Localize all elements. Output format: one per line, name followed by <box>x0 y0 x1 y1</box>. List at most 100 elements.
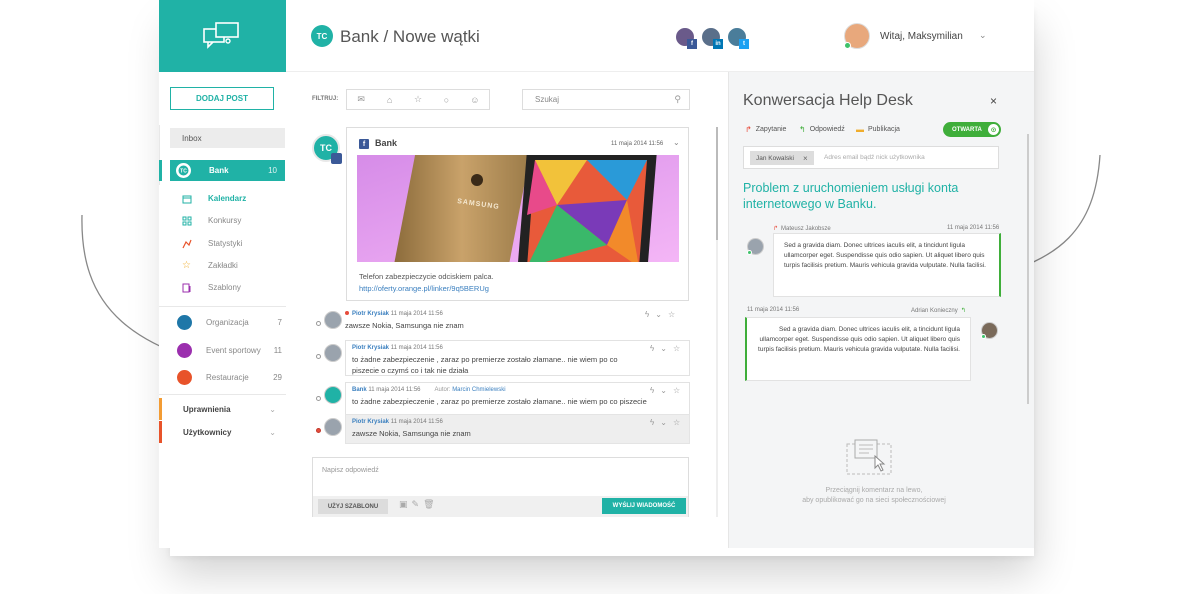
tab-label: Publikacja <box>868 126 900 133</box>
user-greeting[interactable]: Witaj, Maksymilian <box>880 31 963 42</box>
chevron-down-icon: ⌄ <box>269 404 276 414</box>
sidebar-item-label: Szablony <box>208 283 241 292</box>
section-accent <box>159 421 162 443</box>
use-template-button[interactable]: UŻYJ SZABLONU <box>318 499 388 514</box>
image-icon[interactable]: ▣ <box>399 499 412 509</box>
flash-icon[interactable]: ϟ <box>650 386 660 395</box>
comment-row[interactable]: Piotr Krysiak 11 maja 2014 11:56 zawsze … <box>312 307 690 343</box>
comment-author2[interactable]: Marcin Chmielewski <box>452 387 505 393</box>
flash-icon[interactable]: ϟ <box>650 418 660 427</box>
trash-icon[interactable]: 🗑 <box>423 499 438 509</box>
star-icon[interactable]: ☆ <box>668 310 681 319</box>
sidebar-item-count: 7 <box>277 318 282 327</box>
calendar-icon <box>181 193 192 204</box>
sidebar-item-bank[interactable]: TC Bank 10 <box>170 160 285 181</box>
add-post-button[interactable]: DODAJ POST <box>170 87 274 110</box>
message-bubble[interactable]: Sed a gravida diam. Donec ultrices iacul… <box>773 233 1001 297</box>
close-icon[interactable]: × <box>990 94 997 108</box>
message-text: Sed a gravida diam. Donec ultrices iacul… <box>758 326 960 353</box>
chevron-down-icon[interactable]: ⌄ <box>660 386 673 395</box>
comment-box: Piotr Krysiak 11 maja 2014 11:56 to żadn… <box>345 340 690 376</box>
recipient-field[interactable]: Jan Kowalski × Adres email bądź nick użyt… <box>743 146 999 169</box>
pencil-icon[interactable]: ✎ <box>412 499 424 509</box>
user-filter-icon[interactable]: ☺ <box>461 90 489 109</box>
star-icon[interactable]: ☆ <box>673 386 686 395</box>
social-avatar-facebook[interactable]: f <box>674 26 697 49</box>
comment-date: 11 maja 2014 11:56 <box>390 345 443 351</box>
select-radio[interactable] <box>316 354 321 359</box>
section-uzytkownicy[interactable]: Użytkownicy ⌄ <box>159 421 286 443</box>
tab-publikacja[interactable]: ▬ Publikacja <box>856 125 900 134</box>
sidebar-item-organizacja[interactable]: Organizacja 7 <box>177 315 282 330</box>
chevron-down-icon[interactable]: ⌄ <box>979 30 987 41</box>
conversation-subject: Problem z uruchomieniem usługi konta int… <box>743 181 959 211</box>
comment-row[interactable]: Piotr Krysiak 11 maja 2014 11:56 to żadn… <box>312 340 690 376</box>
status-toggle[interactable]: OTWARTA ⊙ <box>943 122 1001 137</box>
comment-row[interactable]: Piotr Krysiak 11 maja 2014 11:56 zawsze … <box>312 414 690 444</box>
feed-scroll-thumb[interactable] <box>716 127 718 240</box>
star-filter-icon[interactable]: ☆ <box>404 90 432 109</box>
search-input[interactable]: Szukaj ⚲ <box>522 89 690 110</box>
sidebar-item-konkursy[interactable]: Konkursy <box>181 215 241 226</box>
flash-icon[interactable]: ϟ <box>650 344 660 353</box>
tab-odpowiedz[interactable]: ↰ Odpowiedź <box>799 125 845 134</box>
comment-author-label: Autor: <box>434 387 451 393</box>
facebook-icon <box>331 153 342 164</box>
chevron-down-icon[interactable]: ⌄ <box>660 418 673 427</box>
sidebar-item-szablony[interactable]: Szablony <box>181 282 241 293</box>
post-avatar: TC <box>312 134 342 164</box>
message-bubble[interactable]: Sed a gravida diam. Donec ultrices iacul… <box>745 317 971 381</box>
send-message-button[interactable]: WYŚLIJ WIADOMOŚĆ <box>602 498 686 514</box>
comment-meta: Piotr Krysiak 11 maja 2014 11:56 <box>345 311 443 317</box>
avatar <box>324 418 342 436</box>
select-radio[interactable] <box>316 428 321 433</box>
chevron-down-icon[interactable]: ⌄ <box>660 344 673 353</box>
social-avatar-twitter[interactable]: t <box>726 26 749 49</box>
search-icon[interactable]: ⚲ <box>674 94 681 105</box>
sidebar-item-event[interactable]: Event sportowy 11 <box>177 343 282 358</box>
sidebar-item-kalendarz[interactable]: Kalendarz <box>181 193 246 204</box>
section-uprawnienia[interactable]: Uprawnienia ⌄ <box>159 398 286 420</box>
comment-author[interactable]: Bank <box>352 387 367 393</box>
comment-meta: Bank 11 maja 2014 11:56 Autor: Marcin Chm… <box>352 387 506 393</box>
post-text: Telefon zabezpieczycie odciskiem palca. <box>359 272 494 281</box>
message-meta: ↱ Mateusz Jakobsze <box>773 225 831 232</box>
star-icon[interactable]: ☆ <box>673 344 686 353</box>
mail-filter-icon[interactable]: ✉ <box>347 90 375 109</box>
comment-author[interactable]: Piotr Krysiak <box>352 311 389 317</box>
flash-icon[interactable]: ϟ <box>645 310 655 319</box>
grid-icon <box>181 215 192 226</box>
online-status-icon <box>844 42 851 49</box>
tab-zapytanie[interactable]: ↱ Zapytanie <box>745 125 786 134</box>
post-author[interactable]: Bank <box>375 138 397 148</box>
panel-scrollbar[interactable] <box>1027 134 1029 404</box>
chevron-down-icon[interactable]: ⌄ <box>655 310 668 319</box>
comment-author[interactable]: Piotr Krysiak <box>352 419 389 425</box>
user-avatar[interactable] <box>844 23 870 49</box>
comment-author[interactable]: Piotr Krysiak <box>352 345 389 351</box>
sidebar-item-inbox[interactable]: Inbox <box>170 128 285 148</box>
sidebar-item-count: 10 <box>268 166 277 175</box>
star-icon[interactable]: ☆ <box>673 418 686 427</box>
remove-tag-icon[interactable]: × <box>803 154 808 163</box>
unread-dot-icon <box>345 311 349 315</box>
reply-textarea[interactable]: Napisz odpowiedź UŻYJ SZABLONU ▣✎🗑 WYŚLI… <box>312 457 689 517</box>
chevron-down-icon[interactable]: ⌄ <box>673 138 680 147</box>
sidebar-item-statystyki[interactable]: Statystyki <box>181 238 242 249</box>
recipient-tag[interactable]: Jan Kowalski × <box>750 151 814 165</box>
select-radio[interactable] <box>316 321 321 326</box>
app-logo[interactable] <box>159 0 286 72</box>
circle-filter-icon[interactable]: ○ <box>432 90 460 109</box>
sidebar-item-restauracje[interactable]: Restauracje 29 <box>177 370 282 385</box>
post-link[interactable]: http://oferty.orange.pl/linker/9q5BERUg <box>359 284 489 293</box>
comment-row[interactable]: Bank 11 maja 2014 11:56 Autor: Marcin Chm… <box>312 382 690 418</box>
section-label: Użytkownicy <box>183 427 232 437</box>
sidebar-item-zakladki[interactable]: ☆ Zakładki <box>181 260 238 271</box>
sidebar-item-label: Zakładki <box>208 261 238 270</box>
social-avatar-linkedin[interactable]: in <box>700 26 723 49</box>
page-title: Bank / Nowe wątki <box>340 27 480 46</box>
message-text: Sed a gravida diam. Donec ultrices iacul… <box>784 242 986 269</box>
inbox-filter-icon[interactable]: ⌂ <box>375 90 403 109</box>
select-radio[interactable] <box>316 396 321 401</box>
publish-icon: ▬ <box>856 125 864 134</box>
